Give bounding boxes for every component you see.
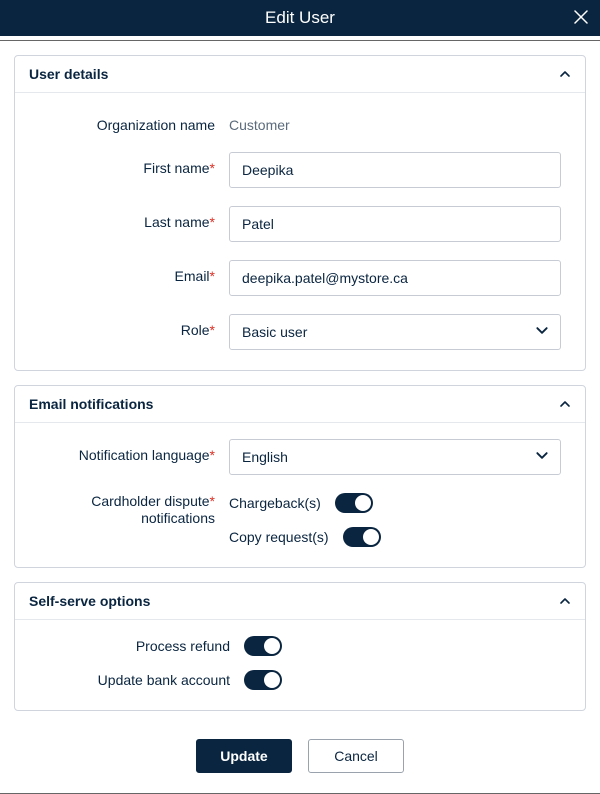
- modal-title: Edit User: [265, 8, 335, 28]
- footer: Update Cancel: [0, 711, 600, 793]
- copy-request-row: Copy request(s): [229, 527, 561, 547]
- close-icon[interactable]: [574, 9, 588, 27]
- refund-row: Process refund: [39, 636, 561, 656]
- copy-request-toggle[interactable]: [343, 527, 381, 547]
- language-select[interactable]: English: [229, 439, 561, 475]
- dispute-label: Cardholder dispute* notifications: [39, 493, 229, 527]
- chevron-up-icon: [559, 68, 571, 80]
- email-row: Email*: [39, 260, 561, 296]
- refund-toggle[interactable]: [244, 636, 282, 656]
- dispute-toggle-list: Chargeback(s) Copy request(s): [229, 493, 561, 547]
- self-serve-panel: Self-serve options Process refund Update…: [14, 582, 586, 711]
- cancel-button[interactable]: Cancel: [308, 739, 404, 773]
- refund-label: Process refund: [39, 638, 244, 654]
- modal-header: Edit User: [0, 0, 600, 36]
- role-label: Role*: [39, 314, 229, 339]
- user-details-panel: User details Organization name Customer …: [14, 55, 586, 371]
- email-notifications-title: Email notifications: [29, 396, 153, 412]
- first-name-label: First name*: [39, 152, 229, 177]
- last-name-label: Last name*: [39, 206, 229, 231]
- self-serve-title: Self-serve options: [29, 593, 150, 609]
- email-input[interactable]: [229, 260, 561, 296]
- chargeback-label: Chargeback(s): [229, 495, 321, 511]
- chargeback-row: Chargeback(s): [229, 493, 561, 513]
- header-divider: [0, 40, 600, 41]
- language-label: Notification language*: [39, 439, 229, 464]
- user-details-body: Organization name Customer First name* L…: [15, 93, 585, 370]
- email-label: Email*: [39, 260, 229, 285]
- dispute-row: Cardholder dispute* notifications Charge…: [39, 493, 561, 547]
- role-select[interactable]: Basic user: [229, 314, 561, 350]
- user-details-header[interactable]: User details: [15, 56, 585, 93]
- email-notifications-panel: Email notifications Notification languag…: [14, 385, 586, 568]
- language-row: Notification language* English: [39, 439, 561, 475]
- org-value: Customer: [229, 109, 561, 133]
- bank-toggle[interactable]: [244, 670, 282, 690]
- copy-request-label: Copy request(s): [229, 529, 329, 545]
- bank-label: Update bank account: [39, 672, 244, 688]
- user-details-title: User details: [29, 66, 108, 82]
- last-name-input[interactable]: [229, 206, 561, 242]
- first-name-input[interactable]: [229, 152, 561, 188]
- chevron-up-icon: [559, 595, 571, 607]
- first-name-row: First name*: [39, 152, 561, 188]
- email-notifications-header[interactable]: Email notifications: [15, 386, 585, 423]
- update-button[interactable]: Update: [196, 739, 292, 773]
- org-label: Organization name: [39, 109, 229, 134]
- self-serve-header[interactable]: Self-serve options: [15, 583, 585, 620]
- email-notifications-body: Notification language* English Cardholde…: [15, 423, 585, 567]
- chargeback-toggle[interactable]: [335, 493, 373, 513]
- bank-row: Update bank account: [39, 670, 561, 690]
- chevron-up-icon: [559, 398, 571, 410]
- org-row: Organization name Customer: [39, 109, 561, 134]
- role-row: Role* Basic user: [39, 314, 561, 350]
- last-name-row: Last name*: [39, 206, 561, 242]
- self-serve-body: Process refund Update bank account: [15, 620, 585, 710]
